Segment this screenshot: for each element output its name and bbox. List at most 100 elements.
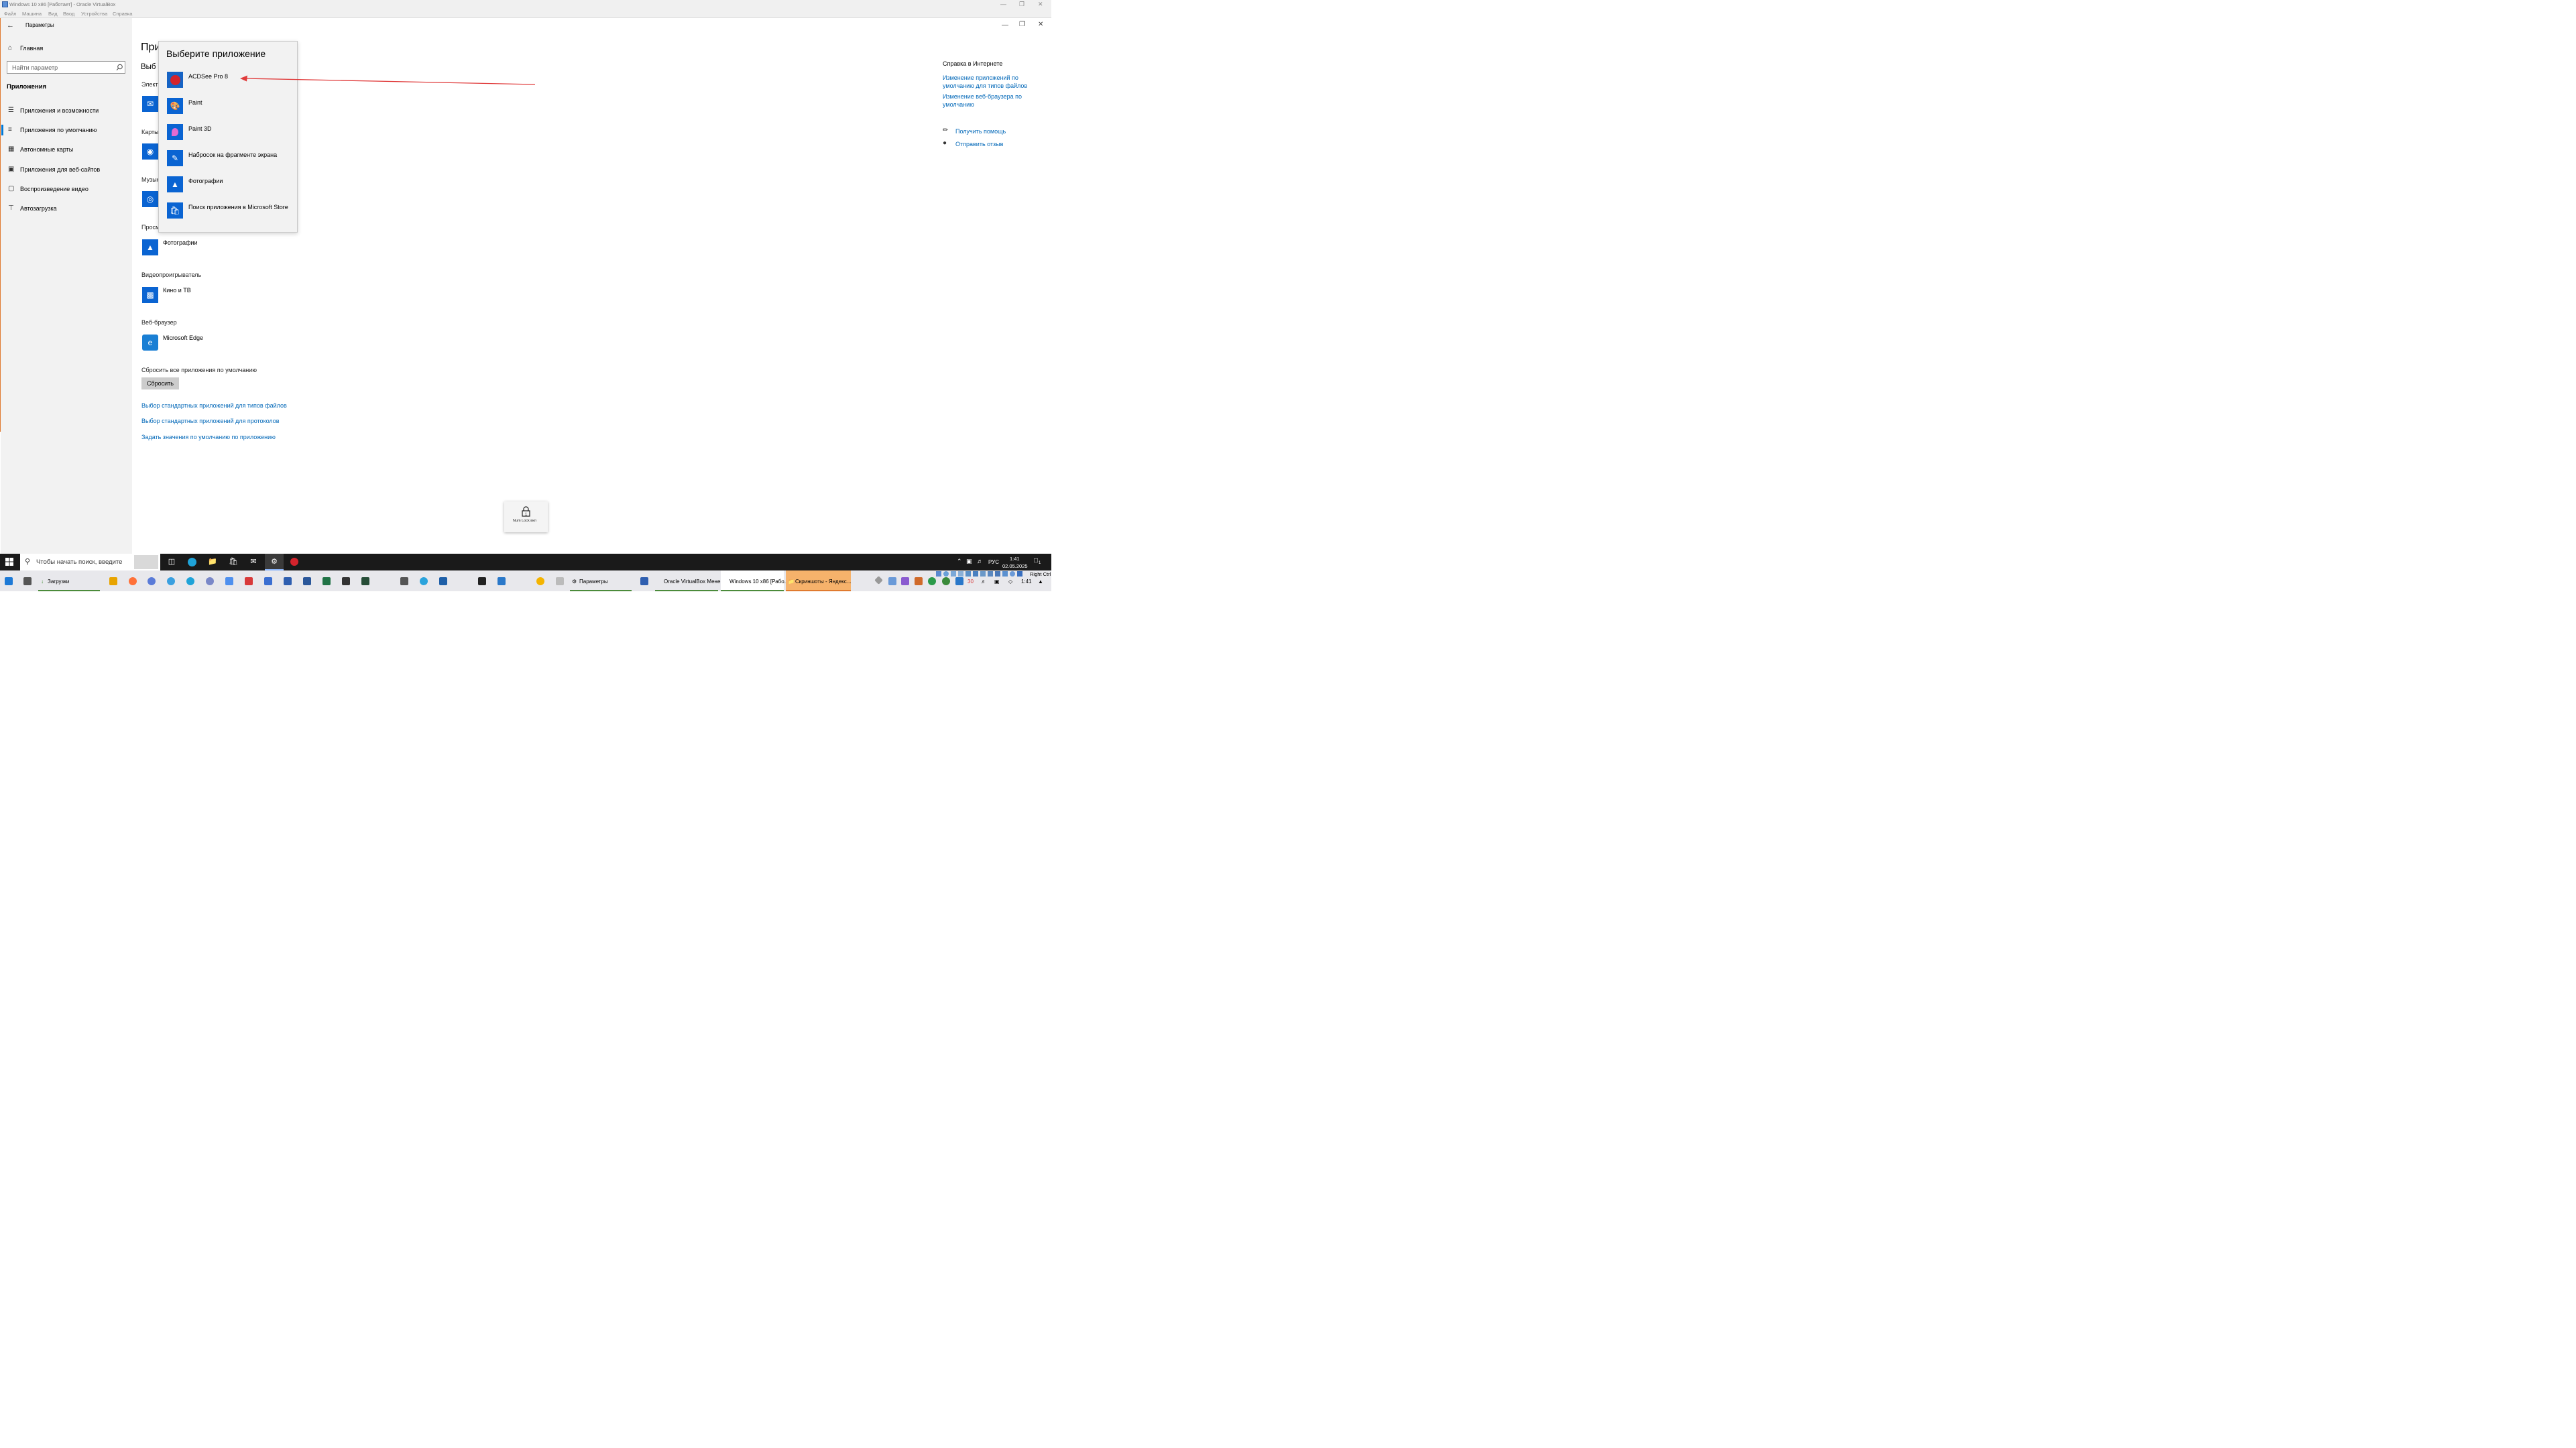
mail-taskbar-icon[interactable]: ✉ (244, 554, 263, 570)
vbox-shared-folder-icon[interactable] (980, 571, 986, 577)
chooser-item-photos[interactable]: ▲ Фотографии (167, 176, 294, 196)
vbox-display-icon[interactable] (988, 571, 993, 577)
host-clock[interactable]: 1:41 (1021, 579, 1032, 585)
link-file-types[interactable]: Выбор стандартных приложений для типов ф… (141, 402, 287, 409)
host-start-icon[interactable] (5, 577, 13, 585)
photoshop-icon[interactable] (342, 577, 350, 585)
nav-startup[interactable]: ⊤ Автозагрузка (1, 200, 133, 217)
illustrator-icon[interactable] (361, 577, 369, 585)
vbox-usb-icon[interactable] (973, 571, 978, 577)
notifications-icon[interactable]: □ (1034, 557, 1038, 564)
host-notification-icon[interactable]: ▲ (1038, 579, 1043, 585)
shield-icon[interactable] (264, 577, 272, 585)
back-arrow-icon[interactable]: ← (7, 21, 14, 29)
browser-icon[interactable] (148, 577, 156, 585)
host-task-settings[interactable]: ⚙ Параметры (570, 570, 632, 591)
menu-file[interactable]: Файл (4, 11, 16, 17)
virtualbox-host-icon[interactable] (284, 577, 292, 585)
music-icon[interactable]: ◎ (142, 191, 158, 207)
host-volume-icon[interactable]: ♬ (981, 579, 986, 585)
feedback-link[interactable]: Отправить отзыв (955, 141, 1003, 147)
menu-machine[interactable]: Машина (22, 11, 42, 17)
host-downloads-task[interactable]: ↓ Загрузки (38, 570, 100, 591)
book-icon[interactable] (439, 577, 447, 585)
mail-icon[interactable]: ✉ (142, 96, 158, 112)
tray-status-icon[interactable] (942, 577, 950, 585)
vbox-audio-icon[interactable] (958, 571, 963, 577)
host-battery-icon[interactable]: ▣ (994, 579, 1000, 585)
tray-image-icon[interactable] (915, 577, 923, 585)
menu-view[interactable]: Вид (48, 11, 58, 17)
nav-video-playback[interactable]: ▢ Воспроизведение видео (1, 180, 133, 198)
guest-clock-date[interactable]: 02.05.2025 (1002, 563, 1028, 569)
search-tool-icon[interactable] (556, 577, 564, 585)
minimize-button[interactable]: — (1000, 1, 1006, 7)
web-browser-app[interactable]: Microsoft Edge (163, 335, 203, 341)
close-button[interactable]: ✕ (1038, 1, 1043, 8)
get-help-link[interactable]: Получить помощь (955, 128, 1006, 135)
tray-diamond-icon[interactable] (874, 576, 883, 585)
settings-taskbar-icon[interactable]: ⚙ (265, 554, 284, 570)
link-protocols[interactable]: Выбор стандартных приложений для протоко… (141, 418, 280, 424)
chooser-item-paint3d[interactable]: Paint 3D (167, 124, 294, 144)
vbox-manager-icon[interactable] (640, 577, 648, 585)
menu-devices[interactable]: Устройства (81, 11, 107, 17)
chooser-item-snip-sketch[interactable]: ✎ Набросок на фрагменте экрана (167, 150, 294, 170)
vbox-floppy-icon[interactable] (951, 571, 956, 577)
vbox-hdd-icon[interactable] (936, 571, 941, 577)
restore-button[interactable]: ❐ (1019, 1, 1024, 8)
host-task-vbox-manager[interactable]: Oracle VirtualBox Мене... (655, 570, 725, 591)
tray-info-icon[interactable] (955, 577, 963, 585)
network-icon[interactable]: ▣ (966, 558, 972, 565)
host-search-icon[interactable] (109, 577, 117, 585)
video-player-app[interactable]: Кино и ТВ (163, 287, 191, 294)
link-by-app[interactable]: Задать значения по умолчанию по приложен… (141, 434, 276, 440)
task-view-icon[interactable]: ◫ (162, 554, 181, 570)
firefox-icon[interactable] (129, 577, 137, 585)
home-nav-item[interactable]: ⌂ Главная (1, 40, 133, 57)
excel-icon[interactable] (323, 577, 331, 585)
chooser-item-paint[interactable]: 🎨 Paint (167, 98, 294, 118)
tray-chevron-icon[interactable]: ⌃ (957, 558, 962, 565)
menu-help[interactable]: Справка (113, 11, 132, 17)
edge-taskbar-icon[interactable] (182, 554, 201, 570)
settings-close-button[interactable]: ✕ (1038, 21, 1043, 28)
web-app-icon[interactable] (206, 577, 214, 585)
host-lock-icon[interactable]: ◇ (1008, 579, 1012, 585)
vbox-network-icon[interactable] (965, 571, 971, 577)
nav-offline-maps[interactable]: ▦ Автономные карты (1, 141, 133, 158)
photos-app-icon[interactable]: ▲ (142, 239, 158, 255)
host-task-vm-window[interactable]: Windows 10 x86 [Рабо... (721, 570, 788, 591)
host-desktop-icon[interactable] (23, 577, 32, 585)
nav-default-apps[interactable]: ≡ Приложения по умолчанию (1, 121, 133, 139)
movies-tv-icon[interactable]: ▩ (142, 287, 158, 303)
settings-maximize-button[interactable]: ❐ (1019, 21, 1025, 28)
tray-app-icon[interactable] (901, 577, 909, 585)
reset-button[interactable]: Сбросить (141, 377, 179, 389)
language-indicator[interactable]: РУС (988, 559, 999, 565)
yandex-icon[interactable] (536, 577, 544, 585)
host-task-screenshots[interactable]: 📁 Скриншоты - Яндекс... (786, 570, 851, 591)
vbox-recording-icon[interactable] (995, 571, 1000, 577)
camera-app-icon[interactable] (478, 577, 486, 585)
tray-number[interactable]: 30 (968, 579, 974, 585)
media-player-icon[interactable] (225, 577, 233, 585)
telegram-icon[interactable] (420, 577, 428, 585)
taskbar-search-box[interactable]: ⚲ Чтобы начать поиск, введите (20, 554, 160, 570)
tray-sync-icon[interactable] (928, 577, 936, 585)
edge-icon[interactable]: e (142, 335, 158, 351)
settings-search-input[interactable]: Найти параметр (7, 61, 125, 74)
start-icon[interactable] (0, 554, 19, 570)
camera-icon[interactable] (245, 577, 253, 585)
maps-icon[interactable]: ◉ (142, 143, 158, 160)
store-taskbar-icon[interactable]: 🛍 (224, 554, 243, 570)
help-link-file-types[interactable]: Изменение приложений по умолчанию для ти… (943, 74, 1030, 90)
pen-tool-icon[interactable] (400, 577, 408, 585)
chrome-icon[interactable] (167, 577, 175, 585)
file-explorer-icon[interactable]: 📁 (203, 554, 222, 570)
notes-icon[interactable] (497, 577, 506, 585)
help-link-browser[interactable]: Изменение веб-браузера по умолчанию (943, 93, 1030, 109)
word-icon[interactable] (303, 577, 311, 585)
vbox-optical-icon[interactable] (943, 571, 949, 577)
nav-apps-for-websites[interactable]: ▣ Приложения для веб-сайтов (1, 161, 133, 178)
